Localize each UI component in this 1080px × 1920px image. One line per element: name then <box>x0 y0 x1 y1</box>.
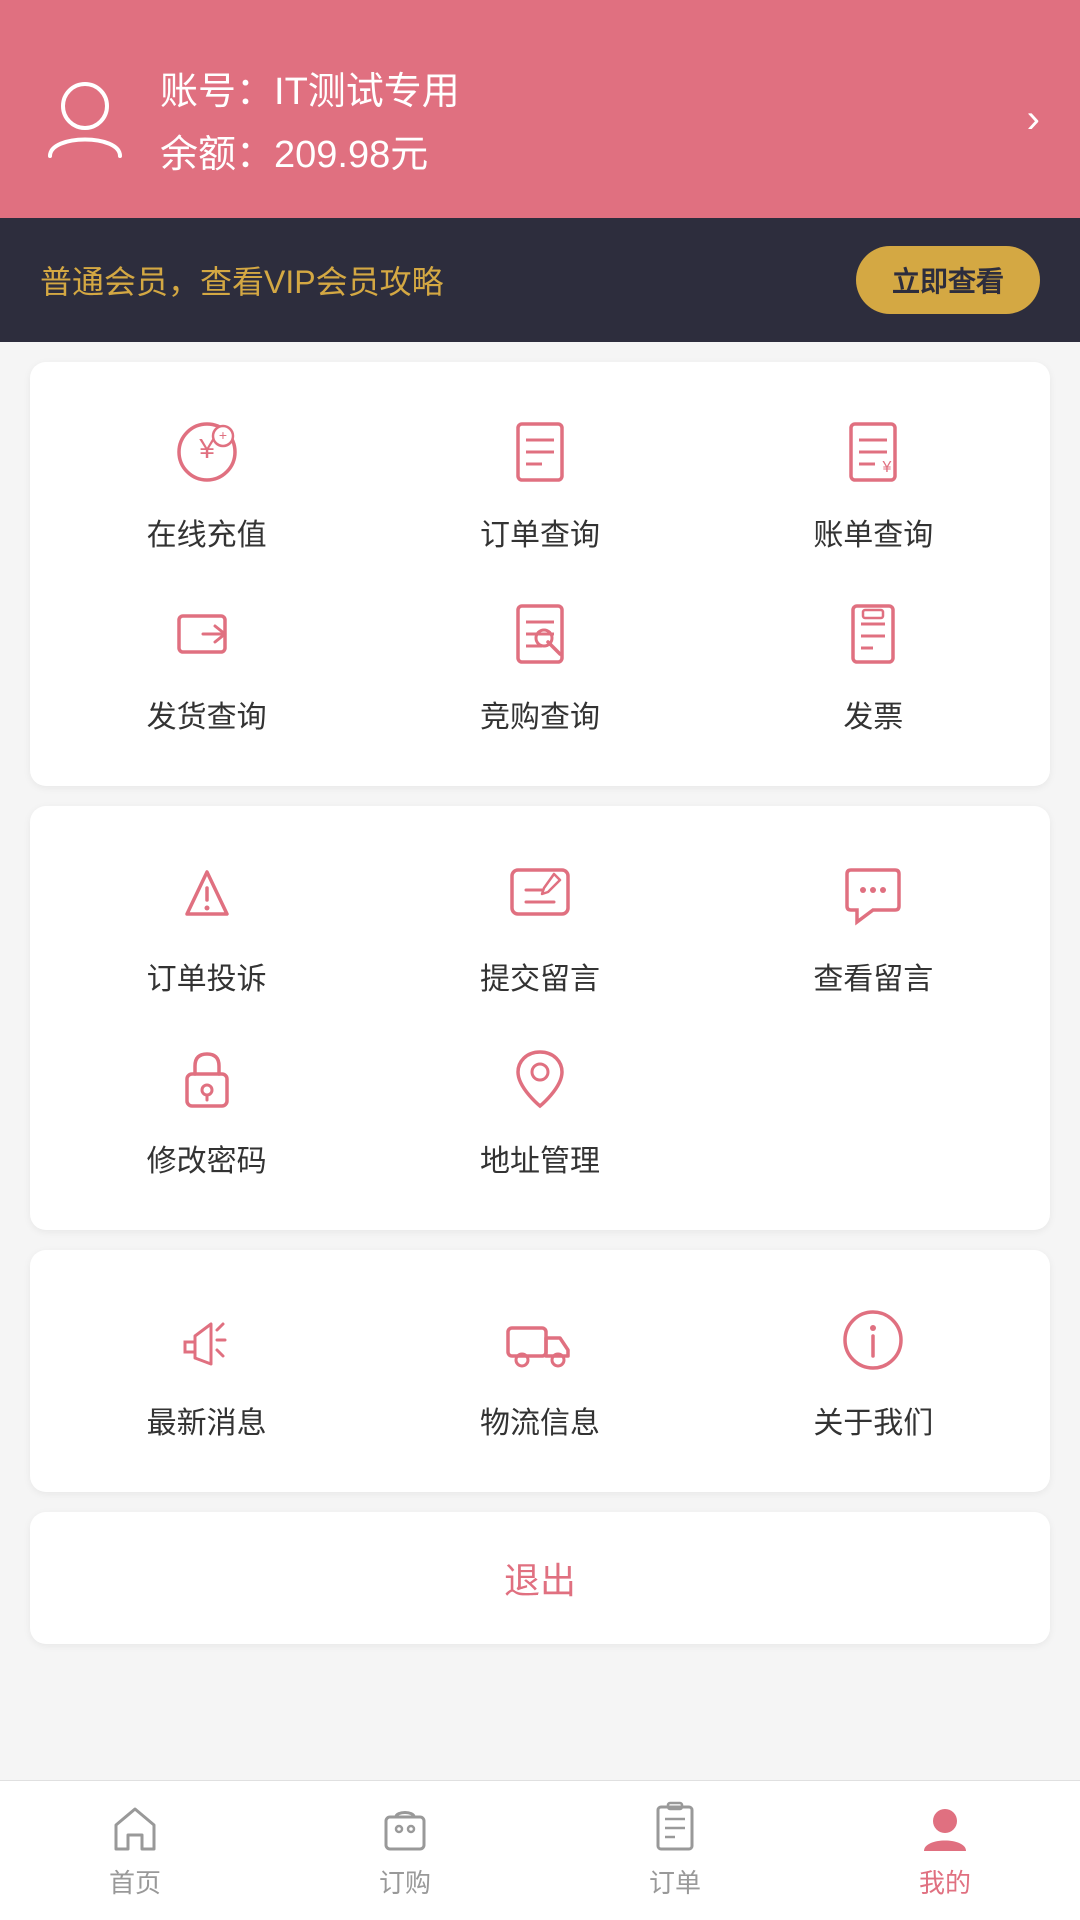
bill-query-item[interactable]: ¥ 账单查询 <box>773 412 973 554</box>
vip-banner: 普通会员，查看VIP会员攻略 立即查看 <box>0 218 1080 342</box>
nav-label-profile: 我的 <box>919 1863 971 1900</box>
balance-info: 余额：209.98元 <box>160 123 460 178</box>
address-icon <box>500 1038 580 1118</box>
about-label: 关于我们 <box>813 1398 933 1442</box>
bill-query-icon: ¥ <box>833 412 913 492</box>
view-message-label: 查看留言 <box>813 954 933 998</box>
shipping-query-icon <box>167 594 247 674</box>
svg-text:¥: ¥ <box>882 459 892 476</box>
complaint-icon <box>167 856 247 936</box>
nav-label-home: 首页 <box>109 1863 161 1900</box>
logout-text: 退出 <box>504 1560 576 1601</box>
vip-text: 普通会员，查看VIP会员攻略 <box>40 257 444 303</box>
order-query-label: 订单查询 <box>480 510 600 554</box>
profile-icon <box>918 1801 972 1855</box>
shipping-query-item[interactable]: 发货查询 <box>107 594 307 736</box>
card3-row1: 最新消息 物流信息 关于我们 <box>30 1280 1050 1462</box>
submit-message-label: 提交留言 <box>480 954 600 998</box>
orders-icon <box>648 1801 702 1855</box>
nav-label-orders: 订单 <box>649 1863 701 1900</box>
address-label: 地址管理 <box>480 1136 600 1180</box>
address-item[interactable]: 地址管理 <box>440 1038 640 1180</box>
card-services-2: 订单投诉 提交留言 <box>30 806 1050 1230</box>
invoice-item[interactable]: 发票 <box>773 594 973 736</box>
header: 账号：IT测试专用 余额：209.98元 › <box>0 0 1080 218</box>
nav-item-home[interactable]: 首页 <box>108 1801 162 1900</box>
auction-query-icon <box>500 594 580 674</box>
submit-message-icon <box>500 856 580 936</box>
shipping-query-label: 发货查询 <box>147 692 267 736</box>
nav-label-shop: 订购 <box>379 1863 431 1900</box>
card1-row2: 发货查询 竞购查询 <box>30 574 1050 756</box>
change-password-icon <box>167 1038 247 1118</box>
card2-row1: 订单投诉 提交留言 <box>30 836 1050 1018</box>
recharge-item[interactable]: ¥ + 在线充值 <box>107 412 307 554</box>
card-services-1: ¥ + 在线充值 订单查询 <box>30 362 1050 786</box>
shop-icon <box>378 1801 432 1855</box>
order-query-icon <box>500 412 580 492</box>
change-password-item[interactable]: 修改密码 <box>107 1038 307 1180</box>
vip-button[interactable]: 立即查看 <box>856 246 1040 314</box>
invoice-label: 发票 <box>843 692 903 736</box>
svg-text:+: + <box>219 427 227 443</box>
card-services-3: 最新消息 物流信息 关于我们 <box>30 1250 1050 1492</box>
card2-row2: 修改密码 地址管理 <box>30 1018 1050 1200</box>
submit-message-item[interactable]: 提交留言 <box>440 856 640 998</box>
view-message-icon <box>833 856 913 936</box>
account-info: 账号：IT测试专用 <box>160 60 460 115</box>
nav-item-orders[interactable]: 订单 <box>648 1801 702 1900</box>
card1-row1: ¥ + 在线充值 订单查询 <box>30 392 1050 574</box>
view-message-item[interactable]: 查看留言 <box>773 856 973 998</box>
notification-label: 最新消息 <box>147 1398 267 1442</box>
header-left: 账号：IT测试专用 余额：209.98元 <box>40 60 460 178</box>
bottom-nav: 首页 订购 订单 <box>0 1780 1080 1920</box>
logout-card[interactable]: 退出 <box>30 1512 1050 1644</box>
order-query-item[interactable]: 订单查询 <box>440 412 640 554</box>
notification-icon <box>167 1300 247 1380</box>
change-password-label: 修改密码 <box>147 1136 267 1180</box>
logistics-label: 物流信息 <box>480 1398 600 1442</box>
about-icon <box>833 1300 913 1380</box>
nav-item-profile[interactable]: 我的 <box>918 1801 972 1900</box>
complaint-label: 订单投诉 <box>147 954 267 998</box>
auction-query-label: 竞购查询 <box>480 692 600 736</box>
header-info: 账号：IT测试专用 余额：209.98元 <box>160 60 460 178</box>
header-arrow[interactable]: › <box>1027 97 1040 142</box>
avatar-icon <box>40 74 130 164</box>
logistics-item[interactable]: 物流信息 <box>440 1300 640 1442</box>
recharge-label: 在线充值 <box>147 510 267 554</box>
logistics-icon <box>500 1300 580 1380</box>
bill-query-label: 账单查询 <box>813 510 933 554</box>
nav-item-shop[interactable]: 订购 <box>378 1801 432 1900</box>
complaint-item[interactable]: 订单投诉 <box>107 856 307 998</box>
notification-item[interactable]: 最新消息 <box>107 1300 307 1442</box>
home-icon <box>108 1801 162 1855</box>
about-item[interactable]: 关于我们 <box>773 1300 973 1442</box>
invoice-icon <box>833 594 913 674</box>
recharge-icon: ¥ + <box>167 412 247 492</box>
auction-query-item[interactable]: 竞购查询 <box>440 594 640 736</box>
